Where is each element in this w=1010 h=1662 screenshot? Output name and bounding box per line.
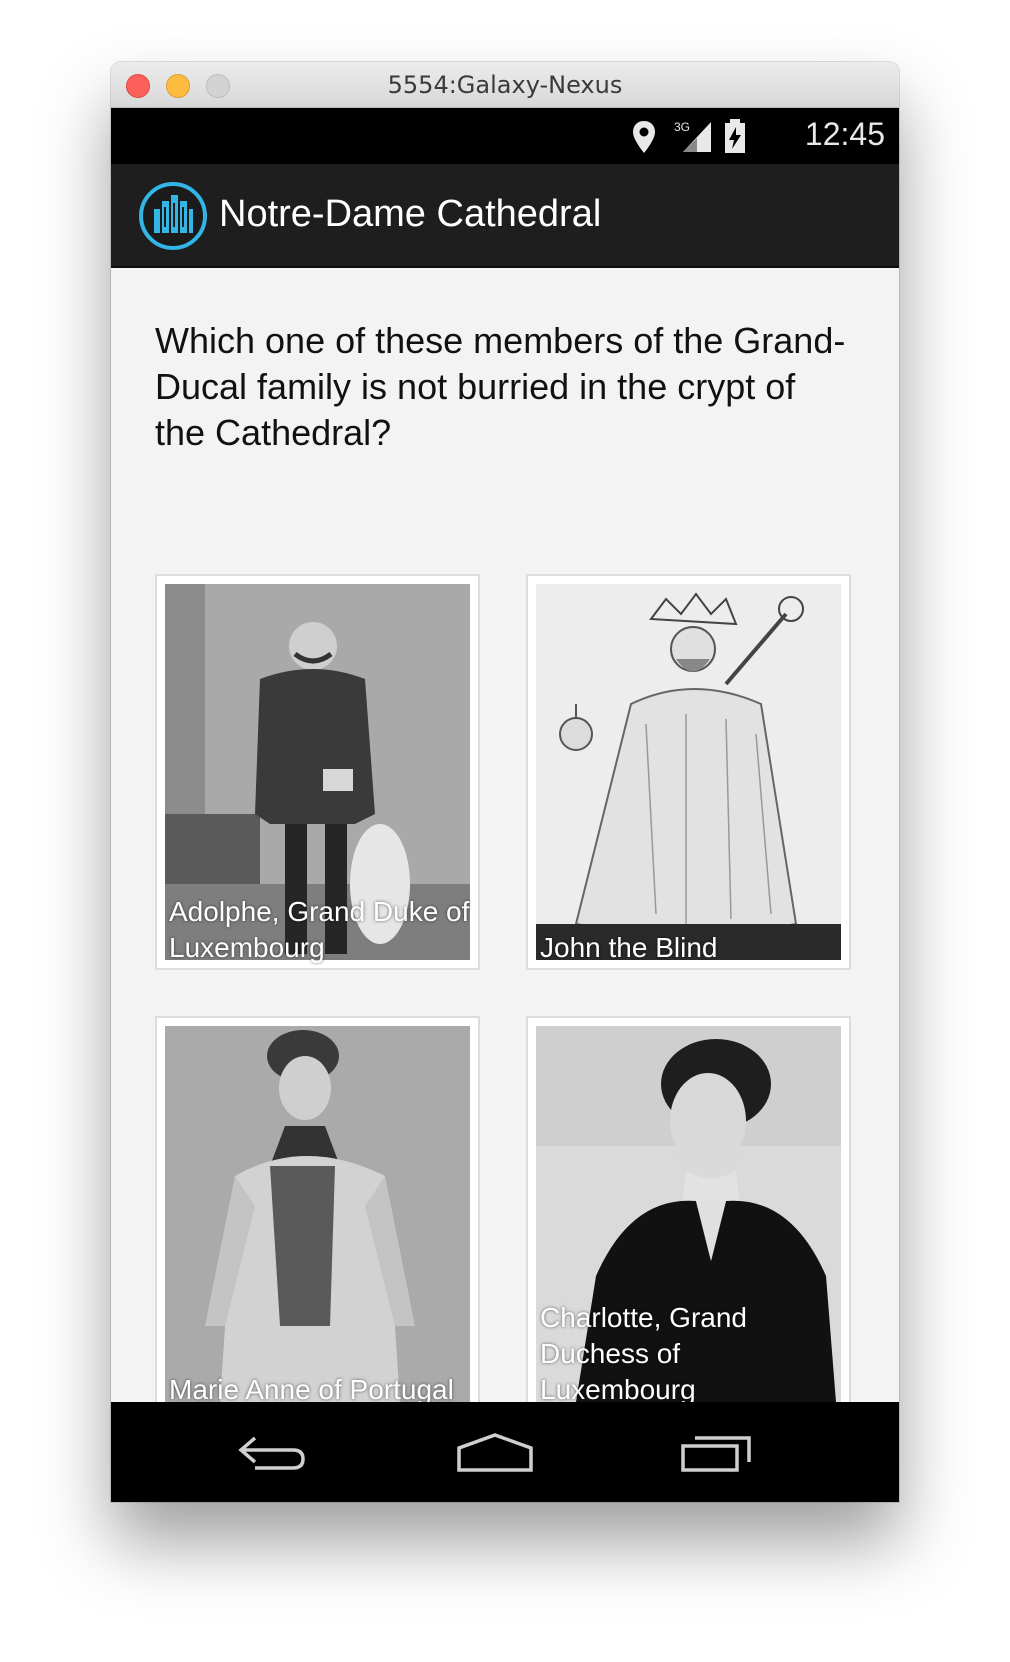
home-icon[interactable] [455, 1432, 535, 1474]
recent-apps-icon[interactable] [679, 1432, 755, 1474]
signal-3g-icon: 3G [674, 120, 711, 152]
android-status-bar: 3G 12:45 [111, 108, 899, 164]
answer-option-charlotte[interactable]: Charlotte, Grand Duchess of Luxembourg [526, 1016, 851, 1412]
window-title: 5554:Galaxy-Nexus [387, 71, 623, 99]
window-titlebar: 5554:Galaxy-Nexus [111, 62, 899, 108]
cathedral-app-icon[interactable] [138, 181, 208, 251]
android-nav-bar [111, 1402, 899, 1502]
option-caption: Charlotte, Grand Duchess of Luxembourg [540, 1302, 747, 1405]
portrait-image-marie-anne [165, 1026, 470, 1402]
portrait-image-john-the-blind [536, 584, 841, 960]
answer-option-marie-anne[interactable]: Marie Anne of Portugal [155, 1016, 480, 1412]
option-caption: John the Blind [540, 932, 718, 963]
back-icon[interactable] [235, 1432, 309, 1474]
answer-option-john-the-blind[interactable]: John the Blind [526, 574, 851, 970]
action-bar-title: Notre-Dame Cathedral [219, 193, 602, 235]
battery-icon [725, 119, 745, 153]
answer-option-adolphe[interactable]: Adolphe, Grand Duke of Luxembourg [155, 574, 480, 970]
quiz-screen: Which one of these members of the Grand-… [111, 268, 899, 1412]
option-caption: Adolphe, Grand Duke of Luxembourg [169, 896, 470, 963]
location-pin-icon [633, 121, 655, 153]
quiz-question: Which one of these members of the Grand-… [155, 320, 846, 453]
emulator-window: 5554:Galaxy-Nexus 3G 12:45 Notre-Dame Ca… [111, 62, 899, 1502]
svg-text:3G: 3G [674, 120, 690, 134]
status-clock: 12:45 [804, 116, 885, 152]
action-bar: Notre-Dame Cathedral [111, 164, 899, 268]
